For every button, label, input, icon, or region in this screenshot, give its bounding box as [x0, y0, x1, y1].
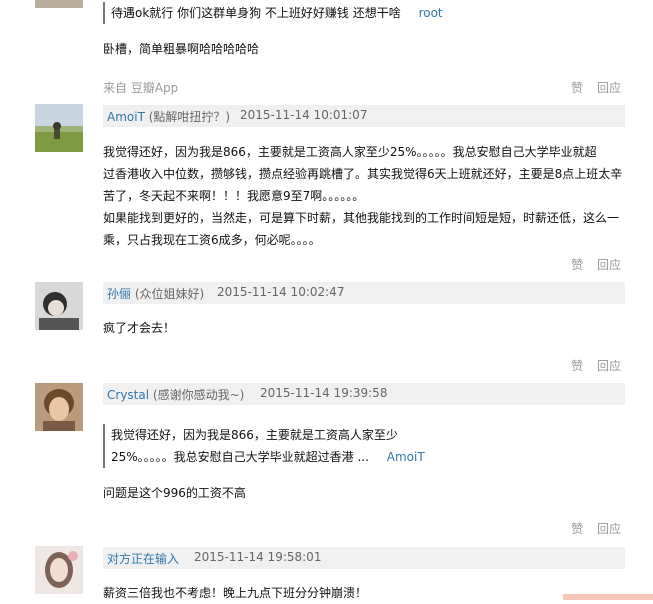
- comment-time: 2015-11-14 10:01:07: [240, 108, 368, 122]
- avatar[interactable]: [35, 282, 83, 330]
- user-photo-icon: [35, 383, 83, 431]
- like-button[interactable]: 赞: [571, 359, 583, 373]
- comment-meta: 对方正在输入 2015-11-14 19:58:01: [103, 547, 625, 569]
- comment-actions: 赞 回应: [561, 79, 621, 96]
- comment-line: 如果能找到更好的，当然走，可是算下时薪，其他我能找到的工作时间短是短，时薪还低，…: [103, 211, 620, 225]
- username-link[interactable]: 孙俪: [107, 287, 131, 301]
- comment-meta: Crystal (感谢你感动我~) 2015-11-14 19:39:58: [103, 383, 625, 405]
- comment-actions: 赞 回应: [561, 256, 621, 273]
- user-signature: (众位姐妹好): [134, 287, 205, 301]
- comment-meta: AmoiT (點解咁扭拧？) 2015-11-14 10:01:07: [103, 105, 625, 127]
- username-link[interactable]: Crystal: [107, 388, 149, 402]
- quote-author-link[interactable]: AmoiT: [387, 450, 425, 464]
- comment-body: 我觉得还好，因为我是866，主要就是工资高人家至少25%。。。。。我总安慰自己大…: [103, 141, 628, 251]
- comment-actions: 赞 回应: [561, 520, 621, 537]
- user-photo-icon: [35, 0, 83, 8]
- comment-line: 我觉得还好，因为我是866，主要就是工资高人家至少25%。。。。。我总安慰自己大…: [103, 145, 597, 159]
- comment-body: 疯了才会去！: [103, 321, 176, 335]
- comment-body: 薪资三倍我也不考虑！晚上九点下班分分钟崩溃！: [103, 586, 368, 600]
- like-button[interactable]: 赞: [571, 258, 583, 272]
- reply-button[interactable]: 回应: [597, 359, 621, 373]
- comment-time: 2015-11-14 10:02:47: [217, 285, 345, 299]
- comment-body: 问题是这个996的工资不高: [103, 486, 246, 500]
- reply-button[interactable]: 回应: [597, 81, 621, 95]
- comment-line: 过香港收入中位数，攒够钱，攒点经验再跳槽了。其实我觉得6天上班就还好，主要是8点…: [103, 167, 623, 181]
- avatar[interactable]: [35, 383, 83, 431]
- quoted-comment: 我觉得还好，因为我是866，主要就是工资高人家至少 25%。。。。。我总安慰自己…: [103, 424, 425, 468]
- reply-button[interactable]: 回应: [597, 522, 621, 536]
- username-link[interactable]: AmoiT: [107, 110, 145, 124]
- avatar[interactable]: [35, 104, 83, 152]
- user-signature: (感谢你感动我~): [152, 388, 245, 402]
- user-photo-icon: [35, 282, 83, 330]
- reply-button[interactable]: 回应: [597, 258, 621, 272]
- comment-body: 卧槽，简单粗暴啊哈哈哈哈哈: [103, 42, 260, 56]
- like-button[interactable]: 赞: [571, 522, 583, 536]
- quoted-comment: 待遇ok就行 你们这群单身狗 不上班好好赚钱 还想干啥 root: [103, 2, 443, 24]
- avatar[interactable]: [35, 0, 83, 8]
- quote-text: 我觉得还好，因为我是866，主要就是工资高人家至少: [111, 428, 398, 442]
- user-photo-icon: [35, 104, 83, 152]
- comment-time: 2015-11-14 19:39:58: [260, 386, 388, 400]
- user-signature: (點解咁扭拧？): [148, 110, 231, 124]
- user-photo-icon: [35, 546, 83, 594]
- quote-text: 25%。。。。。我总安慰自己大学毕业就超过香港 ... AmoiT: [111, 450, 425, 464]
- comment-line: 乘，只占我现在工资6成多，何必呢。。。。: [103, 233, 321, 247]
- comment-actions: 赞 回应: [561, 357, 621, 374]
- comment-time: 2015-11-14 19:58:01: [194, 550, 322, 564]
- comment-line: 苦了，冬天起不来啊！！！我愿意9至7啊。。。。。。: [103, 189, 365, 203]
- quote-author-link[interactable]: root: [419, 6, 443, 20]
- quote-text: 待遇ok就行 你们这群单身狗 不上班好好赚钱 还想干啥: [111, 6, 401, 20]
- avatar[interactable]: [35, 546, 83, 594]
- comment-source: 来自 豆瓣App: [103, 81, 179, 95]
- page-corner-decoration: [563, 594, 653, 600]
- username-link[interactable]: 对方正在输入: [107, 552, 179, 566]
- comment-meta: 孙俪 (众位姐妹好) 2015-11-14 10:02:47: [103, 282, 625, 304]
- like-button[interactable]: 赞: [571, 81, 583, 95]
